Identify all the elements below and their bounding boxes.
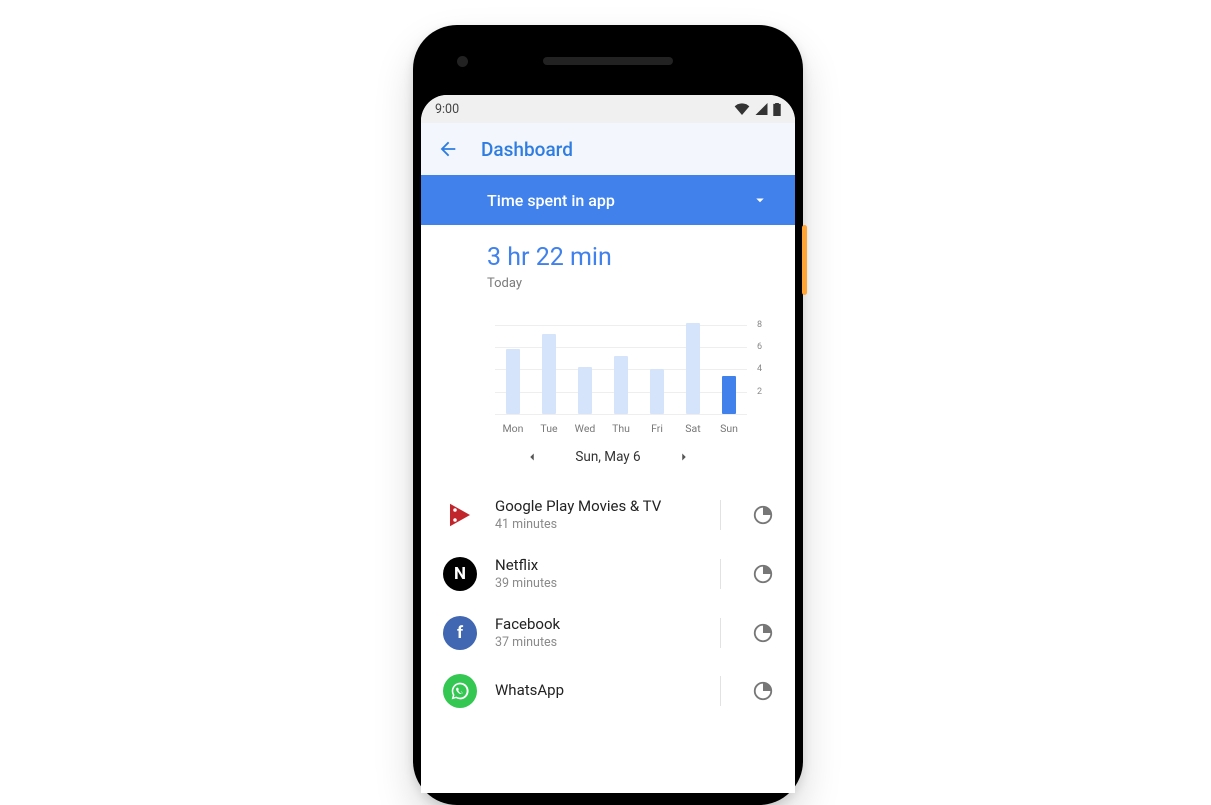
app-bar: Dashboard [421, 123, 795, 175]
phone-speaker [543, 57, 673, 65]
app-name: Netflix [495, 556, 702, 574]
chart-xtick: Sun [715, 422, 743, 435]
app-duration: 37 minutes [495, 635, 702, 650]
chart-bar[interactable] [614, 356, 628, 414]
chart-xtick: Mon [499, 422, 527, 435]
chart-bar[interactable] [542, 334, 556, 414]
app-name: Google Play Movies & TV [495, 497, 702, 515]
total-time-label: Today [487, 276, 777, 291]
app-name: WhatsApp [495, 681, 702, 699]
chart-ytick: 2 [757, 387, 777, 397]
app-row[interactable]: Google Play Movies & TV 41 minutes [421, 485, 795, 544]
cellular-icon [755, 103, 768, 115]
chart-x-axis: Mon Tue Wed Thu Fri Sat Sun [495, 422, 747, 435]
facebook-icon: f [443, 616, 477, 650]
app-timer-button[interactable] [749, 501, 777, 529]
chart-bar[interactable] [650, 369, 664, 414]
back-button[interactable] [437, 138, 459, 160]
app-row[interactable]: N Netflix 39 minutes [421, 544, 795, 603]
chart-xtick: Wed [571, 422, 599, 435]
row-divider [720, 676, 721, 706]
row-divider [720, 559, 721, 589]
total-time-value: 3 hr 22 min [487, 243, 777, 272]
app-timer-button[interactable] [749, 677, 777, 705]
chart-bar[interactable] [506, 349, 520, 414]
prev-day-button[interactable] [525, 450, 539, 464]
app-duration: 41 minutes [495, 517, 702, 532]
status-bar: 9:00 [421, 95, 795, 123]
whatsapp-icon [443, 674, 477, 708]
page-title: Dashboard [481, 138, 573, 161]
phone-frame: 9:00 Dashboard Time spent [413, 25, 803, 805]
app-timer-button[interactable] [749, 619, 777, 647]
wifi-icon [734, 103, 750, 115]
battery-icon [773, 103, 781, 116]
status-clock: 9:00 [435, 102, 459, 117]
row-divider [720, 618, 721, 648]
netflix-icon: N [443, 557, 477, 591]
app-row[interactable]: WhatsApp [421, 662, 795, 720]
play-movies-icon [443, 498, 477, 532]
chart-xtick: Fri [643, 422, 671, 435]
next-day-button[interactable] [677, 450, 691, 464]
app-row[interactable]: f Facebook 37 minutes [421, 603, 795, 662]
chart-ytick: 8 [757, 320, 777, 330]
status-icons [734, 103, 781, 116]
chart-bar[interactable] [578, 367, 592, 414]
chart-xtick: Thu [607, 422, 635, 435]
phone-screen: 9:00 Dashboard Time spent [421, 95, 795, 793]
chart-bar[interactable] [722, 376, 736, 414]
app-timer-button[interactable] [749, 560, 777, 588]
chevron-down-icon [751, 191, 769, 209]
current-date-label: Sun, May 6 [575, 449, 640, 465]
summary-block: 3 hr 22 min Today [421, 225, 795, 299]
phone-camera [457, 56, 468, 67]
usage-chart[interactable]: 2 4 6 8 [455, 319, 777, 414]
chart-xtick: Tue [535, 422, 563, 435]
app-duration: 39 minutes [495, 576, 702, 591]
metric-dropdown[interactable]: Time spent in app [421, 175, 795, 225]
app-usage-list: Google Play Movies & TV 41 minutes N Net… [421, 485, 795, 720]
row-divider [720, 500, 721, 530]
app-name: Facebook [495, 615, 702, 633]
chart-ytick: 6 [757, 342, 777, 352]
chart-bar[interactable] [686, 323, 700, 414]
metric-dropdown-label: Time spent in app [487, 191, 615, 210]
chart-xtick: Sat [679, 422, 707, 435]
chart-ytick: 4 [757, 364, 777, 374]
date-navigator: Sun, May 6 [421, 449, 795, 465]
